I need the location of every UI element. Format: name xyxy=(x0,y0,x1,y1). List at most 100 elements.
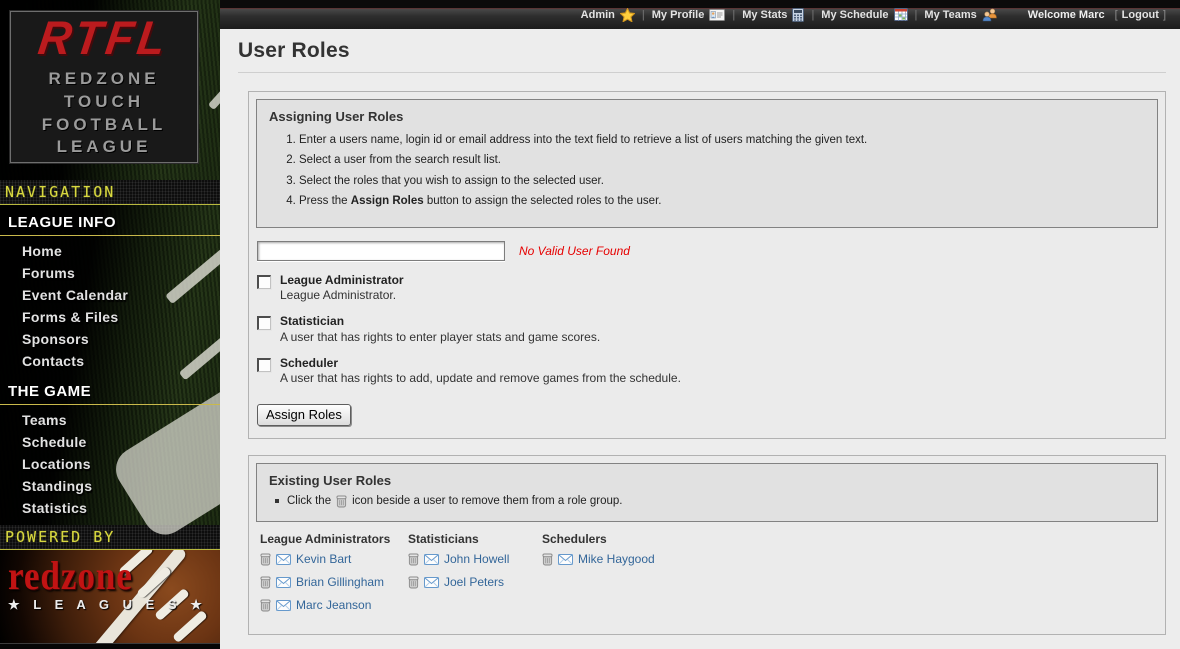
remove-user-button[interactable] xyxy=(408,553,419,566)
role-checkbox-statistician[interactable] xyxy=(257,316,271,330)
nav-my-stats[interactable]: My Stats xyxy=(738,8,808,22)
email-user-button[interactable] xyxy=(276,554,291,565)
sidebar: RTFL REDZONE TOUCH FOOTBALL LEAGUE NAVIG… xyxy=(0,0,220,649)
sidebar-item-teams[interactable]: Teams xyxy=(0,409,220,431)
nav-my-profile-label: My Profile xyxy=(652,9,705,21)
remove-user-button[interactable] xyxy=(260,599,271,612)
rtfl-logo-line: TOUCH xyxy=(64,91,144,114)
nav-separator: | xyxy=(639,9,648,21)
existing-roles-header-box: Existing User Roles Click the icon besid… xyxy=(256,463,1158,522)
app-window: RTFL REDZONE TOUCH FOOTBALL LEAGUE NAVIG… xyxy=(0,0,1180,649)
email-user-button[interactable] xyxy=(424,577,439,588)
user-link[interactable]: Joel Peters xyxy=(444,575,504,589)
logout-bracket: ] xyxy=(1163,9,1166,21)
nav-my-schedule[interactable]: My Schedule xyxy=(817,8,911,21)
bin-icon xyxy=(542,553,553,566)
sidebar-header-field-photo: RTFL REDZONE TOUCH FOOTBALL LEAGUE xyxy=(0,0,220,180)
sidebar-item-home[interactable]: Home xyxy=(0,240,220,262)
role-checkbox-league-administrator[interactable] xyxy=(257,275,271,289)
assigning-title: Assigning User Roles xyxy=(269,109,1145,124)
sidebar-item-standings[interactable]: Standings xyxy=(0,475,220,497)
square-bullet xyxy=(275,499,279,503)
instruction-item: Select a user from the search result lis… xyxy=(299,153,1145,167)
sidebar-item-event-calendar[interactable]: Event Calendar xyxy=(0,284,220,306)
sidebar-item-contacts[interactable]: Contacts xyxy=(0,350,220,372)
powered-by-label: POWERED BY xyxy=(5,530,115,545)
email-icon xyxy=(424,577,439,588)
role-description: A user that has rights to enter player s… xyxy=(280,330,600,344)
role-option-row: League Administrator League Administrato… xyxy=(257,273,1158,303)
remove-user-button[interactable] xyxy=(260,576,271,589)
role-text: Statistician A user that has rights to e… xyxy=(280,314,600,344)
calculator-icon xyxy=(792,8,804,22)
bin-icon xyxy=(260,576,271,589)
sidebar-item-schedule[interactable]: Schedule xyxy=(0,431,220,453)
sidebar-item-statistics[interactable]: Statistics xyxy=(0,497,220,519)
sidebar-item-forms-files[interactable]: Forms & Files xyxy=(0,306,220,328)
bin-icon xyxy=(336,495,347,508)
existing-roles-panel: Existing User Roles Click the icon besid… xyxy=(248,455,1166,635)
user-link[interactable]: Marc Jeanson xyxy=(296,598,371,612)
rtfl-logo-line: LEAGUE xyxy=(57,136,152,159)
user-row: Marc Jeanson xyxy=(260,598,408,613)
instruction-text: Press the xyxy=(299,195,351,207)
remove-user-button[interactable] xyxy=(542,553,553,566)
nav-admin-label: Admin xyxy=(581,9,615,21)
email-user-button[interactable] xyxy=(276,577,291,588)
top-navigation-bar: Admin | My Profile | My Stats xyxy=(220,0,1180,29)
nav-admin[interactable]: Admin xyxy=(577,8,639,22)
nav-my-stats-label: My Stats xyxy=(742,9,787,21)
vcard-icon xyxy=(709,9,725,21)
navigation-label: NAVIGATION xyxy=(5,185,115,200)
sidebar-bottom-strip xyxy=(0,643,220,649)
email-icon xyxy=(424,554,439,565)
rtfl-logo-line: REDZONE xyxy=(48,68,159,91)
role-name: Scheduler xyxy=(280,356,681,370)
user-link[interactable]: Brian Gillingham xyxy=(296,575,384,589)
star-icon xyxy=(620,8,635,22)
rtfl-logo: RTFL REDZONE TOUCH FOOTBALL LEAGUE xyxy=(10,11,198,163)
role-option-row: Scheduler A user that has rights to add,… xyxy=(257,356,1158,386)
sidebar-item-locations[interactable]: Locations xyxy=(0,453,220,475)
group-league-administrators: League Administrators Kevin Bart Brian G… xyxy=(260,532,408,621)
group-title: Statisticians xyxy=(408,532,542,546)
user-row: John Howell xyxy=(408,552,542,567)
nav-separator: | xyxy=(729,9,738,21)
group-title: Schedulers xyxy=(542,532,655,546)
existing-roles-title: Existing User Roles xyxy=(269,473,1145,488)
email-user-button[interactable] xyxy=(558,554,573,565)
instruction-item: Select the roles that you wish to assign… xyxy=(299,174,1145,188)
role-checkbox-scheduler[interactable] xyxy=(257,358,271,372)
remove-user-button[interactable] xyxy=(260,553,271,566)
nav-my-teams[interactable]: My Teams xyxy=(920,8,1001,22)
nav-my-profile[interactable]: My Profile xyxy=(648,9,730,21)
user-search-input[interactable] xyxy=(257,241,505,261)
assign-roles-button[interactable]: Assign Roles xyxy=(257,404,351,426)
user-link[interactable]: Kevin Bart xyxy=(296,552,351,566)
navigation-led-bar: NAVIGATION xyxy=(0,180,220,205)
user-link[interactable]: John Howell xyxy=(444,552,509,566)
user-link[interactable]: Mike Haygood xyxy=(578,552,655,566)
instruction-text: button to assign the selected roles to t… xyxy=(424,195,662,207)
group-title: League Administrators xyxy=(260,532,408,546)
assigning-instructions-box: Assigning User Roles Enter a users name,… xyxy=(256,99,1158,228)
email-user-button[interactable] xyxy=(276,600,291,611)
instruction-item: Press the Assign Roles button to assign … xyxy=(299,194,1145,208)
sidebar-menu: LEAGUE INFO Home Forums Event Calendar F… xyxy=(0,205,220,525)
sidebar-item-sponsors[interactable]: Sponsors xyxy=(0,328,220,350)
sidebar-item-forums[interactable]: Forums xyxy=(0,262,220,284)
user-row: Brian Gillingham xyxy=(260,575,408,590)
calendar-icon xyxy=(894,8,908,21)
redzone-leagues-logo: redzone ★ L E A G U E S ★ xyxy=(8,558,207,613)
remove-user-button[interactable] xyxy=(408,576,419,589)
league-info-items: Home Forums Event Calendar Forms & Files… xyxy=(0,240,220,372)
email-user-button[interactable] xyxy=(424,554,439,565)
nav-separator: | xyxy=(912,9,921,21)
instruction-bold-text: Assign Roles xyxy=(351,195,424,207)
redzone-leagues-text: ★ L E A G U E S ★ xyxy=(8,597,207,613)
note-text: icon beside a user to remove them from a… xyxy=(352,495,622,507)
redzone-logo-text: redzone xyxy=(8,558,183,594)
bin-icon xyxy=(408,553,419,566)
logout-link[interactable]: [ Logout ] xyxy=(1115,9,1166,21)
role-text: League Administrator League Administrato… xyxy=(280,273,404,303)
